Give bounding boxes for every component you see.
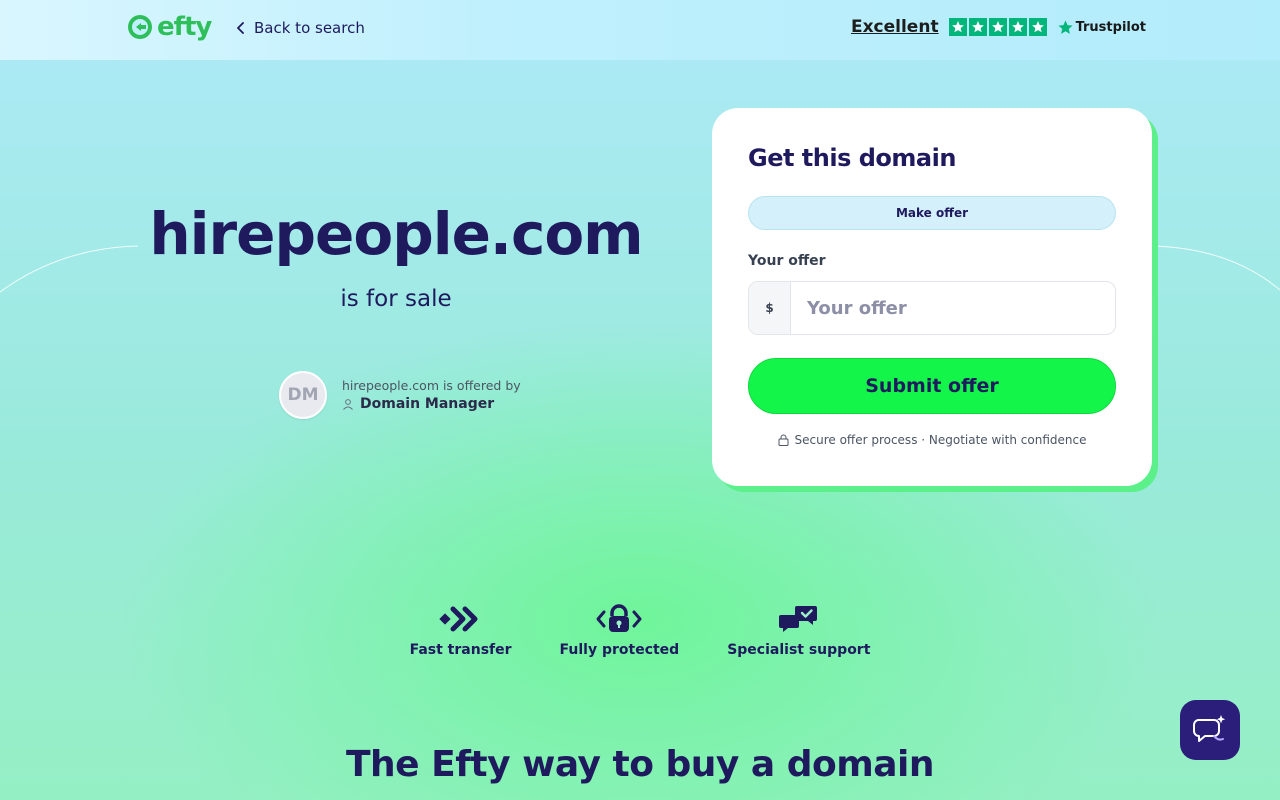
chat-support-icon [778, 606, 817, 632]
offered-by-text: hirepeople.com is offered by [342, 378, 521, 393]
trustpilot-brand-label: Trustpilot [1075, 19, 1146, 35]
features-row: Fast transfer Fully protected Specialist… [0, 604, 1280, 658]
seller-name: Domain Manager [342, 396, 521, 412]
chat-bubble-icon [1193, 715, 1226, 742]
user-icon [343, 399, 353, 410]
top-nav-bar: efty Back to search Excellent Trustpilot [0, 0, 1280, 60]
star-icon [988, 18, 1007, 36]
rating-word: Excellent [850, 17, 939, 37]
chat-widget-button[interactable] [1180, 700, 1240, 760]
star-icon [968, 18, 987, 36]
section-title: The Efty way to buy a domain [345, 744, 935, 785]
star-icon [948, 18, 967, 36]
fast-transfer-icon [438, 606, 478, 632]
star-icon [1028, 18, 1047, 36]
domain-name-heading: hirepeople.com [149, 200, 643, 268]
currency-prefix: $ [749, 282, 791, 334]
offer-amount-input[interactable] [791, 282, 1115, 334]
secure-note: Secure offer process · Negotiate with co… [712, 433, 1152, 447]
efty-logo[interactable]: efty [127, 12, 212, 42]
rating-stars [948, 18, 1047, 36]
logo-text: efty [157, 12, 212, 42]
offer-field-label: Your offer [748, 253, 826, 269]
submit-offer-button[interactable]: Submit offer [748, 358, 1116, 414]
trustpilot-rating[interactable]: Excellent Trustpilot [851, 17, 1146, 37]
feature-label: Specialist support [727, 642, 871, 658]
lock-shield-icon [596, 604, 642, 632]
feature-label: Fast transfer [409, 642, 512, 658]
avatar: DM [279, 371, 327, 419]
trustpilot-star-icon [1057, 19, 1073, 34]
feature-specialist-support: Specialist support [727, 604, 870, 658]
offer-card: Get this domain Make offer Your offer $ … [712, 108, 1152, 486]
card-title: Get this domain [748, 144, 956, 172]
trustpilot-brand: Trustpilot [1057, 19, 1146, 36]
feature-fully-protected: Fully protected [559, 604, 680, 658]
feature-label: Fully protected [559, 642, 680, 658]
secure-note-text: Secure offer process · Negotiate with co… [794, 433, 1087, 447]
offer-field: $ [748, 281, 1116, 335]
for-sale-subtitle: is for sale [340, 286, 452, 312]
chevron-left-icon [237, 22, 244, 34]
decorative-arc-right [1151, 245, 1280, 291]
lock-icon [778, 434, 789, 446]
seller-info: DM hirepeople.com is offered by Domain M… [279, 371, 521, 419]
back-to-search-link[interactable]: Back to search [236, 19, 365, 37]
tab-make-offer[interactable]: Make offer [748, 196, 1116, 230]
back-link-label: Back to search [254, 19, 365, 37]
efty-logo-icon [128, 15, 152, 39]
feature-fast-transfer: Fast transfer [410, 604, 512, 658]
seller-name-label: Domain Manager [360, 396, 495, 412]
star-icon [1008, 18, 1027, 36]
